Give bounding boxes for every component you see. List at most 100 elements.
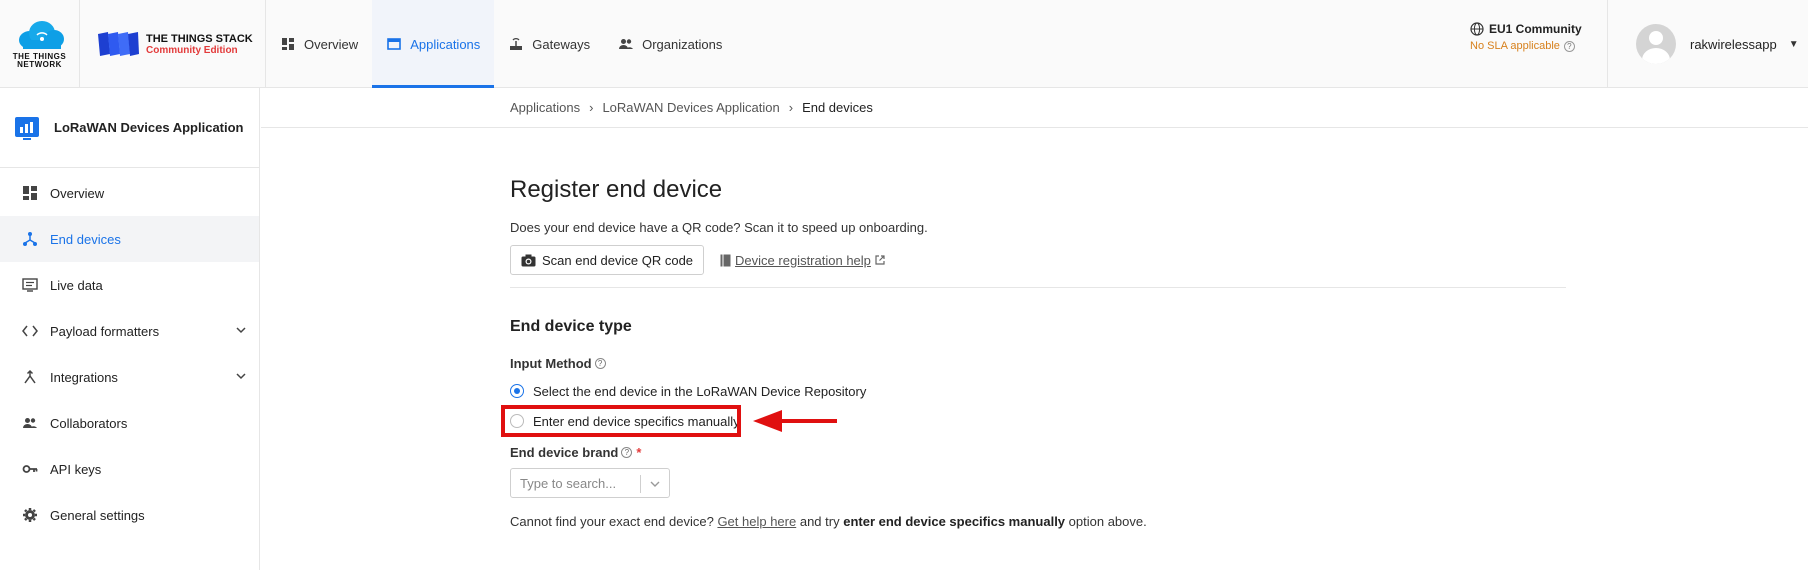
ttn-logo[interactable]: THE THINGS NETWORK [0,0,80,88]
sidebar-item-payload-formatters[interactable]: Payload formatters [0,308,259,354]
help-circle-icon[interactable]: ? [594,358,606,369]
sidebar: LoRaWAN Devices Application Overview End… [0,88,260,570]
code-icon [22,323,38,339]
required-asterisk: * [636,445,642,460]
nav-organizations[interactable]: Organizations [604,0,736,88]
radio-option-repository[interactable]: Select the end device in the LoRaWAN Dev… [510,379,1566,403]
section-title: End device type [510,318,632,335]
scan-qr-button-label: Scan end device QR code [542,252,694,268]
sidebar-item-label: Collaborators [50,415,128,431]
cannot-find-prefix: Cannot find your exact end device? [510,514,714,529]
sidebar-item-label: General settings [50,507,145,523]
live-data-icon [22,277,38,293]
brand-select-placeholder: Type to search... [520,475,617,491]
devices-icon [22,231,38,247]
application-icon [15,116,39,140]
sidebar-menu: Overview End devices Live data Payload f… [0,168,259,538]
user-menu[interactable]: rakwirelessapp ▼ [1607,0,1808,88]
things-stack-logo[interactable]: THE THINGS STACK Community Edition [80,0,266,88]
arrow-left-icon [753,410,837,432]
sidebar-item-live-data[interactable]: Live data [0,262,259,308]
chevron-down-icon [236,327,246,334]
stack-edition: Community Edition [146,44,238,56]
qr-prompt: Does your end device have a QR code? Sca… [510,220,928,235]
app-title: LoRaWAN Devices Application [54,120,244,135]
chevron-right-icon: › [589,100,594,115]
sidebar-item-end-devices[interactable]: End devices [0,216,259,262]
nav-gateways[interactable]: Gateways [494,0,604,88]
sla-text: No SLA applicable [1470,40,1560,52]
dashboard-icon [280,36,296,52]
brand-label: End device brand ? * [510,445,1566,460]
input-method-label: Input Method ? [510,356,1566,371]
help-circle-icon[interactable]: ? [1563,40,1575,52]
page-title: Register end device [510,176,723,203]
cluster-name: EU1 Community [1489,22,1582,36]
window-icon [386,36,402,52]
stack-name: THE THINGS STACK [146,32,253,45]
merge-icon [22,369,38,385]
caret-down-icon: ▼ [1788,38,1799,50]
chevron-right-icon: › [788,100,794,115]
main-nav: Overview Applications Gateways Organizat… [266,0,736,88]
cannot-find-bold: enter end device specifics manually [843,514,1066,529]
highlight-box [501,405,741,437]
breadcrumb: Applications › LoRaWAN Devices Applicati… [261,88,1808,128]
camera-icon [521,254,536,266]
cloud-logo-icon [18,20,64,49]
globe-icon [1470,22,1484,36]
cannot-find-text: Cannot find your exact end device? Get h… [510,514,1566,529]
external-link-icon [875,255,885,265]
breadcrumb-applications[interactable]: Applications [510,100,580,115]
breadcrumb-current: End devices [802,100,873,115]
stack-cubes-icon [98,32,139,56]
book-icon [720,254,731,266]
username: rakwirelessapp [1690,36,1777,52]
sidebar-item-label: Overview [50,185,105,201]
main-content: Register end device Does your end device… [501,128,1566,529]
scan-qr-button[interactable]: Scan end device QR code [510,245,705,275]
radio-option-label: Select the end device in the LoRaWAN Dev… [533,383,867,399]
cluster-info[interactable]: EU1 Community No SLA applicable ? [1470,22,1600,52]
sidebar-item-label: End devices [50,231,121,247]
top-navigation-bar: THE THINGS NETWORK THE THINGS STACK Comm… [0,0,1808,88]
cannot-find-suffix: option above. [1068,514,1147,529]
chevron-down-icon [236,373,246,380]
brand-label-text: End device brand [510,445,619,460]
sidebar-item-label: Payload formatters [50,323,160,339]
device-registration-help-link[interactable]: Device registration help [720,253,885,268]
get-help-link[interactable]: Get help here [717,514,796,529]
nav-applications[interactable]: Applications [372,0,495,88]
radio-button-checked[interactable] [510,384,524,398]
ttn-logo-text-line2: NETWORK [17,59,62,69]
brand-select[interactable]: Type to search... [510,468,670,498]
breadcrumb-application[interactable]: LoRaWAN Devices Application [602,100,779,115]
avatar [1636,24,1676,64]
dashboard-icon [22,185,38,201]
people-icon [22,415,38,431]
sidebar-item-label: Live data [50,277,103,293]
sidebar-item-overview[interactable]: Overview [0,170,259,216]
sidebar-item-api-keys[interactable]: API keys [0,446,259,492]
people-icon [618,36,634,52]
sidebar-item-label: Integrations [50,369,118,385]
help-link-label: Device registration help [735,252,871,268]
chevron-down-icon [650,481,660,487]
sidebar-item-collaborators[interactable]: Collaborators [0,400,259,446]
cannot-find-middle: and try [799,514,840,529]
sidebar-item-label: API keys [50,461,102,477]
nav-overview-label: Overview [304,36,359,52]
key-icon [22,461,38,477]
nav-overview[interactable]: Overview [266,0,372,88]
sidebar-item-general-settings[interactable]: General settings [0,492,259,538]
nav-gateways-label: Gateways [532,36,591,52]
app-header: LoRaWAN Devices Application [0,88,259,168]
input-method-label-text: Input Method [510,356,592,371]
gear-icon [22,507,38,523]
gateway-icon [508,36,524,52]
help-circle-icon[interactable]: ? [621,447,633,458]
sidebar-item-integrations[interactable]: Integrations [0,354,259,400]
nav-organizations-label: Organizations [642,36,723,52]
divider [510,287,1566,288]
nav-applications-label: Applications [410,36,481,52]
